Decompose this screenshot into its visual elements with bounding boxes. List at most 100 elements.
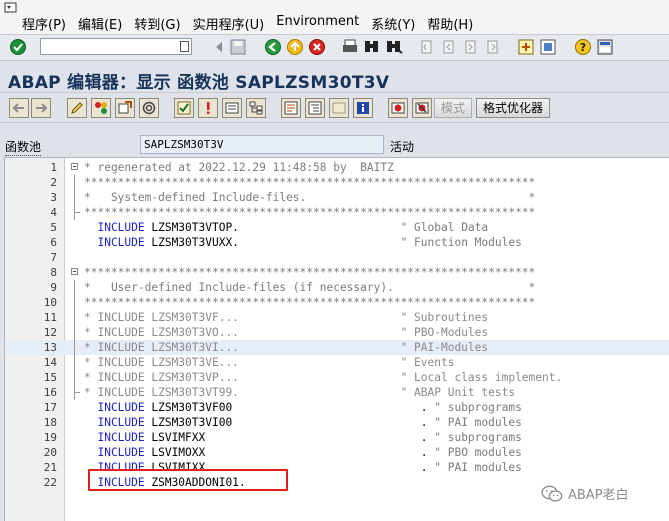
save-icon[interactable] xyxy=(229,38,247,56)
code-line[interactable]: 4 ***************************************… xyxy=(5,205,669,220)
menu-environment[interactable]: Environment xyxy=(276,14,359,33)
object-list-button[interactable] xyxy=(222,98,242,118)
keyword: INCLUDE xyxy=(84,236,145,249)
code-line[interactable]: 19 INCLUDE LSVIMFXX . " subprograms xyxy=(5,430,669,445)
hierarchy-icon xyxy=(249,101,263,115)
help-icon[interactable]: ? xyxy=(574,38,592,56)
line-number: 13 xyxy=(43,341,57,354)
system-menu-icon[interactable] xyxy=(4,2,17,13)
fold-guide xyxy=(74,205,80,220)
pretty-printer-button[interactable]: 格式优化器 xyxy=(476,98,551,118)
code-text: INCLUDE LZSM30T3VI00 . " PAI modules xyxy=(84,415,521,430)
code-line[interactable]: 17 INCLUDE LZSM30T3VF00 . " subprograms xyxy=(5,400,669,415)
print-icon[interactable] xyxy=(341,38,359,56)
line-number: 22 xyxy=(43,476,57,489)
menu-program[interactable]: 程序(P) xyxy=(22,14,66,33)
code-line[interactable]: 15 * INCLUDE LZSM30T3VP... " Local class … xyxy=(5,370,669,385)
where-used-button[interactable] xyxy=(139,98,159,118)
next-page-icon[interactable] xyxy=(462,38,480,56)
code-line[interactable]: 20 INCLUDE LSVIMOXX . " PBO modules xyxy=(5,445,669,460)
status-text: 活动 xyxy=(390,140,415,154)
last-page-icon[interactable] xyxy=(484,38,502,56)
display-change-button[interactable] xyxy=(67,98,87,118)
exit-icon[interactable] xyxy=(286,38,304,56)
arrow-right-icon xyxy=(36,103,48,113)
code-editor[interactable]: 1 * regenerated at 2022.12.29 11:48:58 by… xyxy=(4,157,669,521)
line-number: 9 xyxy=(50,281,57,294)
command-history-icon[interactable] xyxy=(180,41,189,52)
active-inactive-button[interactable] xyxy=(91,98,111,118)
code-line[interactable]: 5 INCLUDE LZSM30T3VTOP. " Global Data xyxy=(5,220,669,235)
menu-help[interactable]: 帮助(H) xyxy=(427,14,473,33)
code-text: * INCLUDE LZSM30T3VT99. " ABAP Unit test… xyxy=(84,385,515,400)
fold-toggle-icon[interactable] xyxy=(71,163,78,170)
line-number: 8 xyxy=(50,266,57,279)
fold-guide xyxy=(74,355,75,370)
other-object-button[interactable] xyxy=(115,98,135,118)
cancel-icon[interactable] xyxy=(308,38,326,56)
delete-breakpoint-icon xyxy=(415,102,429,114)
object-list-icon xyxy=(225,102,239,114)
watermark-text: ABAP老白 xyxy=(568,488,629,503)
keyword: INCLUDE xyxy=(84,446,145,459)
info-button[interactable] xyxy=(353,98,373,118)
code-text: * INCLUDE LZSM30T3VE... " Events xyxy=(84,355,454,370)
shortcut-icon[interactable] xyxy=(539,38,557,56)
code-line[interactable]: 7 xyxy=(5,250,669,265)
code-line[interactable]: 10 **************************************… xyxy=(5,295,669,310)
command-input[interactable] xyxy=(41,39,177,54)
menu-goto[interactable]: 转到(G) xyxy=(134,14,180,33)
enter-icon[interactable] xyxy=(9,38,27,56)
comment-text: * INCLUDE LZSM30T3VO... " PBO-Modules xyxy=(84,326,489,339)
comment-text: * User-defined Include-files (if necessa… xyxy=(84,281,536,294)
fold-toggle-icon[interactable] xyxy=(71,268,78,275)
menu-utilities[interactable]: 实用程序(U) xyxy=(193,14,265,33)
find-next-icon[interactable] xyxy=(385,38,403,56)
code-line[interactable]: 13 * INCLUDE LZSM30T3VI... " PAI-Modules xyxy=(5,340,669,355)
mode-button[interactable]: 模式 xyxy=(434,98,473,118)
menu-edit[interactable]: 编辑(E) xyxy=(78,14,122,33)
function-pool-field[interactable]: SAPLZSM30T3V xyxy=(140,135,384,154)
code-line[interactable]: 9 * User-defined Include-files (if necess… xyxy=(5,280,669,295)
keyword: INCLUDE xyxy=(84,416,145,429)
command-field[interactable] xyxy=(40,38,192,55)
pretty-print-button[interactable] xyxy=(305,98,325,118)
collapse-toolbar-icon[interactable] xyxy=(210,38,228,56)
where-used-icon xyxy=(142,101,156,115)
delete-breakpoint-button[interactable] xyxy=(412,98,432,118)
fold-guide xyxy=(74,175,75,190)
navigation-button[interactable] xyxy=(246,98,266,118)
pattern-button[interactable] xyxy=(281,98,301,118)
code-line[interactable]: 11 * INCLUDE LZSM30T3VF... " Subroutines xyxy=(5,310,669,325)
code-line[interactable]: 18 INCLUDE LZSM30T3VI00 . " PAI modules xyxy=(5,415,669,430)
first-page-icon[interactable] xyxy=(418,38,436,56)
code-line[interactable]: 1 * regenerated at 2022.12.29 11:48:58 by… xyxy=(5,160,669,175)
next-object-button[interactable] xyxy=(31,98,51,118)
disabled-frame-button[interactable] xyxy=(329,98,349,118)
customize-layout-icon[interactable] xyxy=(596,38,614,56)
new-session-icon[interactable] xyxy=(517,38,535,56)
menu-system[interactable]: 系统(Y) xyxy=(371,14,415,33)
comment-text: ****************************************… xyxy=(84,206,536,219)
find-icon[interactable] xyxy=(363,38,381,56)
code-line[interactable]: 16 * INCLUDE LZSM30T3VT99. " ABAP Unit te… xyxy=(5,385,669,400)
line-number: 15 xyxy=(43,371,57,384)
line-number: 21 xyxy=(43,461,57,474)
previous-object-button[interactable] xyxy=(9,98,29,118)
code-line[interactable]: 14 * INCLUDE LZSM30T3VE... " Events xyxy=(5,355,669,370)
frame-icon xyxy=(332,102,346,114)
back-icon[interactable] xyxy=(264,38,282,56)
code-line[interactable]: 8 ***************************************… xyxy=(5,265,669,280)
breakpoint-icon xyxy=(391,102,405,114)
activate-button[interactable] xyxy=(198,98,218,118)
prev-page-icon[interactable] xyxy=(440,38,458,56)
line-number: 18 xyxy=(43,416,57,429)
check-button[interactable] xyxy=(174,98,194,118)
code-line[interactable]: 12 * INCLUDE LZSM30T3VO... " PBO-Modules xyxy=(5,325,669,340)
line-number: 10 xyxy=(43,296,57,309)
code-line[interactable]: 2 ***************************************… xyxy=(5,175,669,190)
code-line[interactable]: 3 * System-defined Include-files. * xyxy=(5,190,669,205)
set-breakpoint-button[interactable] xyxy=(388,98,408,118)
code-line[interactable]: 6 INCLUDE LZSM30T3VUXX. " Function Modul… xyxy=(5,235,669,250)
code-text: * INCLUDE LZSM30T3VO... " PBO-Modules xyxy=(84,325,488,340)
